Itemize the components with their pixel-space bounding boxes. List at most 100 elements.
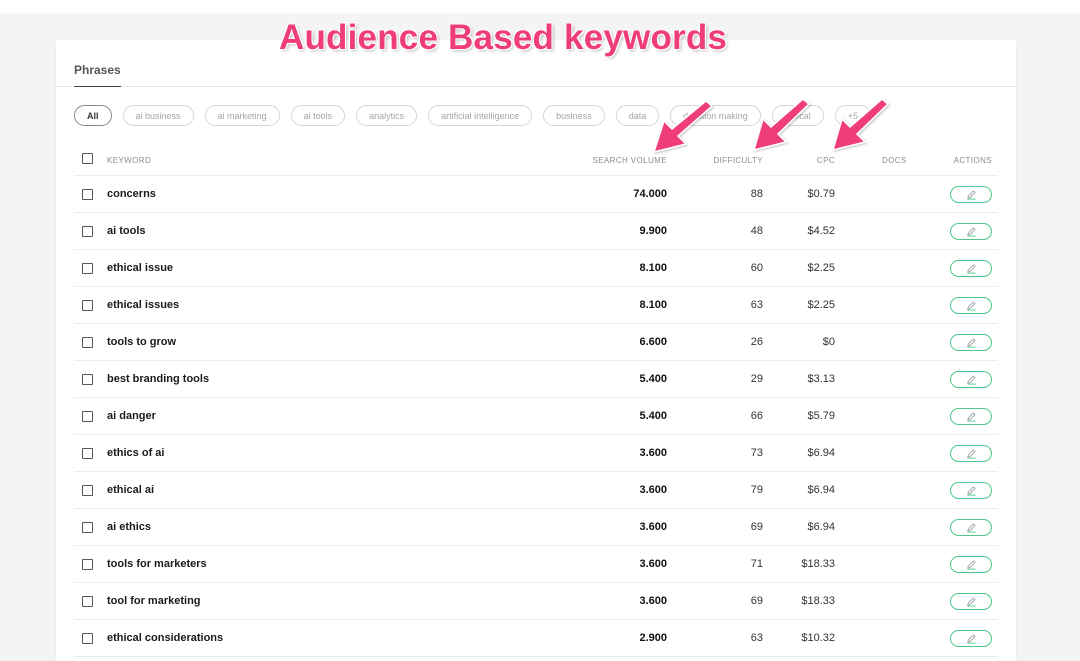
edit-button[interactable] (950, 593, 992, 610)
difficulty-cell: 29 (750, 373, 763, 385)
column-header-cpc[interactable]: CPC (817, 156, 835, 165)
edit-button[interactable] (950, 630, 992, 647)
cpc-cell: $18.33 (801, 558, 835, 570)
pencil-icon (966, 596, 977, 607)
row-checkbox[interactable] (82, 263, 93, 274)
search-volume-cell: 5.400 (639, 373, 667, 385)
filter-chip-ai-tools[interactable]: ai tools (290, 105, 346, 126)
filter-chip-analytics[interactable]: analytics (356, 105, 418, 126)
filter-chip-more[interactable]: +5 (834, 105, 872, 126)
search-volume-cell: 9.900 (639, 225, 667, 237)
column-header-difficulty[interactable]: DIFFICULTY (713, 156, 763, 165)
cpc-cell: $6.94 (807, 484, 835, 496)
table-row[interactable]: ai danger 5.400 66 $5.79 (74, 398, 998, 435)
edit-button[interactable] (950, 223, 992, 240)
keyword-cell: tools for marketers (107, 558, 207, 570)
edit-button[interactable] (950, 408, 992, 425)
row-checkbox[interactable] (82, 411, 93, 422)
keywords-card: Phrases All ai business ai marketing ai … (56, 40, 1016, 661)
edit-button[interactable] (950, 445, 992, 462)
search-volume-cell: 8.100 (639, 262, 667, 274)
filter-chip-business[interactable]: business (543, 105, 605, 126)
cpc-cell: $6.94 (807, 521, 835, 533)
filter-chip-ai-business[interactable]: ai business (122, 105, 194, 126)
row-checkbox[interactable] (82, 448, 93, 459)
select-all-checkbox[interactable] (82, 153, 93, 164)
column-header-docs: DOCS (882, 156, 907, 165)
difficulty-cell: 63 (750, 299, 763, 311)
difficulty-cell: 63 (750, 632, 763, 644)
row-checkbox[interactable] (82, 337, 93, 348)
difficulty-cell: 60 (750, 262, 763, 274)
table-row[interactable]: best branding tools 5.400 29 $3.13 (74, 361, 998, 398)
row-checkbox[interactable] (82, 522, 93, 533)
edit-button[interactable] (950, 297, 992, 314)
tab-phrases[interactable]: Phrases (74, 63, 121, 87)
table-row[interactable]: tools to grow 6.600 26 $0 (74, 324, 998, 361)
search-volume-cell: 2.900 (639, 632, 667, 644)
row-checkbox[interactable] (82, 189, 93, 200)
search-volume-cell: 8.100 (639, 299, 667, 311)
pencil-icon (966, 300, 977, 311)
column-header-search-volume[interactable]: SEARCH VOLUME (592, 156, 667, 165)
filter-chip-decision-making[interactable]: decision making (670, 105, 761, 126)
row-checkbox[interactable] (82, 300, 93, 311)
row-checkbox[interactable] (82, 559, 93, 570)
difficulty-cell: 71 (750, 558, 763, 570)
search-volume-cell: 3.600 (639, 484, 667, 496)
table-row[interactable]: ethical issue 8.100 60 $2.25 (74, 250, 998, 287)
edit-button[interactable] (950, 186, 992, 203)
keyword-cell: ethical issues (107, 299, 180, 311)
edit-button[interactable] (950, 519, 992, 536)
keyword-cell: tool for marketing (107, 595, 201, 607)
keyword-cell: concerns (107, 188, 156, 200)
pencil-icon (966, 448, 977, 459)
table-row[interactable]: ethics of ai 3.600 73 $6.94 (74, 435, 998, 472)
keyword-cell: ethical ai (107, 484, 155, 496)
table-row[interactable]: ethical considerations 2.900 63 $10.32 (74, 620, 998, 657)
difficulty-cell: 26 (750, 336, 763, 348)
edit-button[interactable] (950, 482, 992, 499)
search-volume-cell: 6.600 (639, 336, 667, 348)
row-checkbox[interactable] (82, 374, 93, 385)
row-checkbox[interactable] (82, 633, 93, 644)
filter-chip-ai-marketing[interactable]: ai marketing (204, 105, 280, 126)
filter-chip-data[interactable]: data (615, 105, 660, 126)
filter-chip-ethical[interactable]: ethical (771, 105, 824, 126)
cpc-cell: $4.52 (807, 225, 835, 237)
cpc-cell: $3.13 (807, 373, 835, 385)
table-row[interactable]: ethical issues 8.100 63 $2.25 (74, 287, 998, 324)
table-row[interactable]: ai ethics 3.600 69 $6.94 (74, 509, 998, 546)
pencil-icon (966, 263, 977, 274)
pencil-icon (966, 633, 977, 644)
edit-button[interactable] (950, 556, 992, 573)
keyword-cell: ai danger (107, 410, 156, 422)
filter-chips: All ai business ai marketing ai tools an… (74, 105, 872, 126)
cpc-cell: $18.33 (801, 595, 835, 607)
edit-button[interactable] (950, 334, 992, 351)
table-row[interactable]: tools for marketers 3.600 71 $18.33 (74, 546, 998, 583)
cpc-cell: $2.25 (807, 262, 835, 274)
table-row[interactable]: tool for marketing 3.600 69 $18.33 (74, 583, 998, 620)
table-row[interactable]: concerns 74.000 88 $0.79 (74, 176, 998, 213)
table-row[interactable]: ai tools 9.900 48 $4.52 (74, 213, 998, 250)
pencil-icon (966, 485, 977, 496)
difficulty-cell: 66 (750, 410, 763, 422)
row-checkbox[interactable] (82, 485, 93, 496)
pencil-icon (966, 189, 977, 200)
keyword-cell: ethical issue (107, 262, 174, 274)
search-volume-cell: 3.600 (639, 521, 667, 533)
annotation-title: Audience Based keywords (279, 18, 728, 57)
table-row[interactable]: ethical ai 3.600 79 $6.94 (74, 472, 998, 509)
row-checkbox[interactable] (82, 596, 93, 607)
edit-button[interactable] (950, 260, 992, 277)
column-header-keyword[interactable]: KEYWORD (107, 156, 151, 165)
filter-chip-artificial-intelligence[interactable]: artificial intelligence (428, 105, 533, 126)
pencil-icon (966, 226, 977, 237)
row-checkbox[interactable] (82, 226, 93, 237)
search-volume-cell: 74.000 (633, 188, 667, 200)
difficulty-cell: 69 (750, 521, 763, 533)
filter-chip-all[interactable]: All (74, 105, 112, 126)
edit-button[interactable] (950, 371, 992, 388)
cpc-cell: $0 (822, 336, 835, 348)
